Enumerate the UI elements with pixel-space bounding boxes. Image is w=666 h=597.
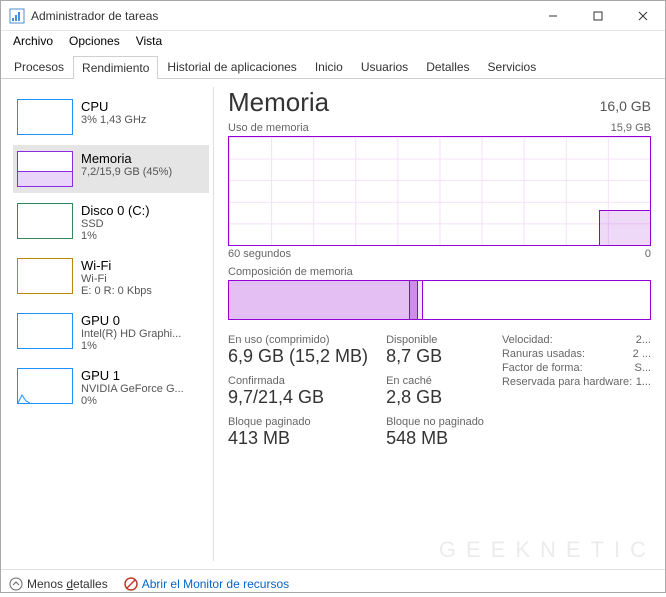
menu-opciones[interactable]: Opciones [61,32,128,50]
tab-bar: Procesos Rendimiento Historial de aplica… [1,51,665,79]
memory-usage-chart[interactable] [228,136,651,246]
spec-list: Velocidad:2... Ranuras usadas:2 ... Fact… [502,334,651,449]
window-controls [530,1,665,30]
sidebar-item-disco[interactable]: Disco 0 (C:) SSD 1% [13,197,209,248]
stats-grid: En uso (comprimido) 6,9 GB (15,2 MB) Con… [228,334,651,449]
disco-thumb [17,203,73,239]
memory-fill [599,210,650,245]
menu-bar: Archivo Opciones Vista [1,31,665,51]
forbidden-icon [124,577,138,591]
comp-modified [410,281,418,319]
sidebar-item-label: Disco 0 (C:) [81,203,150,218]
sidebar-item-cpu[interactable]: CPU 3% 1,43 GHz [13,93,209,141]
sidebar-item-label: GPU 1 [81,368,184,383]
gpu1-thumb [17,368,73,404]
comp-in-use [229,281,410,319]
memoria-thumb [17,151,73,187]
open-resource-monitor-link[interactable]: Abrir el Monitor de recursos [124,577,289,591]
sidebar-item-gpu0[interactable]: GPU 0 Intel(R) HD Graphi... 1% [13,307,209,358]
sidebar-item-label: Wi-Fi [81,258,152,273]
maximize-button[interactable] [575,1,620,30]
main-panel: Memoria 16,0 GB Uso de memoria 15,9 GB 6… [218,79,665,569]
cpu-thumb [17,99,73,135]
usage-label: Uso de memoria [228,122,309,134]
sidebar-item-gpu1[interactable]: GPU 1 NVIDIA GeForce G... 0% [13,362,209,413]
page-title: Memoria [228,87,329,118]
less-details-toggle[interactable]: Menos detalles [9,577,108,591]
axis-left: 60 segundos [228,248,291,260]
sidebar-item-label: GPU 0 [81,313,181,328]
tab-rendimiento[interactable]: Rendimiento [73,56,158,79]
sidebar-item-memoria[interactable]: Memoria 7,2/15,9 GB (45%) [13,145,209,193]
app-icon [9,8,25,24]
memory-composition-bar[interactable] [228,280,651,320]
stat-cached: En caché 2,8 GB [386,375,484,408]
sidebar-item-label: CPU [81,99,146,114]
minimize-button[interactable] [530,1,575,30]
total-memory: 16,0 GB [600,98,651,114]
stat-available: Disponible 8,7 GB [386,334,484,367]
sidebar-item-label: Memoria [81,151,172,166]
usage-max: 15,9 GB [611,122,651,134]
sidebar: CPU 3% 1,43 GHz Memoria 7,2/15,9 GB (45%… [9,87,214,561]
axis-right: 0 [645,248,651,260]
window-title: Administrador de tareas [31,9,530,23]
title-bar: Administrador de tareas [1,1,665,31]
tab-servicios[interactable]: Servicios [479,55,546,78]
gpu0-thumb [17,313,73,349]
chevron-up-circle-icon [9,577,23,591]
wifi-thumb [17,258,73,294]
comp-free [423,281,650,319]
composition-label: Composición de memoria [228,266,651,278]
stat-nonpaged: Bloque no paginado 548 MB [386,416,484,449]
tab-procesos[interactable]: Procesos [5,55,73,78]
stat-committed: Confirmada 9,7/21,4 GB [228,375,368,408]
tab-detalles[interactable]: Detalles [417,55,478,78]
tab-inicio[interactable]: Inicio [306,55,352,78]
menu-archivo[interactable]: Archivo [5,32,61,50]
tab-historial[interactable]: Historial de aplicaciones [158,55,305,78]
stat-in-use: En uso (comprimido) 6,9 GB (15,2 MB) [228,334,368,367]
content-area: CPU 3% 1,43 GHz Memoria 7,2/15,9 GB (45%… [1,79,665,569]
tab-usuarios[interactable]: Usuarios [352,55,417,78]
sidebar-item-wifi[interactable]: Wi-Fi Wi-Fi E: 0 R: 0 Kbps [13,252,209,303]
menu-vista[interactable]: Vista [128,32,170,50]
close-button[interactable] [620,1,665,30]
stat-paged: Bloque paginado 413 MB [228,416,368,449]
